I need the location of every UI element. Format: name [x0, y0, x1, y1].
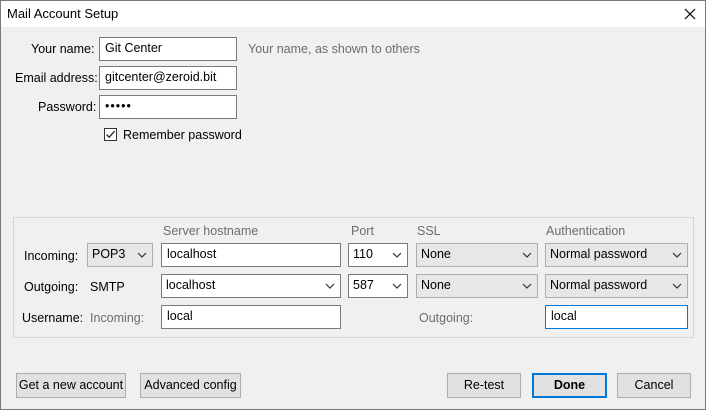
chevron-down-icon: [522, 252, 532, 258]
username-label: Username:: [22, 311, 84, 325]
header-port: Port: [351, 224, 374, 238]
your-name-hint: Your name, as shown to others: [248, 42, 420, 56]
checkmark-icon: [106, 130, 115, 139]
your-name-input[interactable]: Git Center: [99, 37, 237, 61]
outgoing-port-value: 587: [353, 278, 374, 292]
outgoing-ssl-value: None: [421, 278, 451, 292]
outgoing-port-combo[interactable]: 587: [348, 274, 408, 298]
outgoing-protocol: SMTP: [90, 280, 125, 294]
done-button[interactable]: Done: [532, 373, 607, 398]
incoming-port-value: 110: [353, 247, 373, 261]
incoming-label: Incoming:: [24, 249, 79, 263]
chevron-down-icon: [522, 283, 532, 289]
remember-password-checkbox[interactable]: [104, 128, 117, 141]
cancel-button[interactable]: Cancel: [617, 373, 691, 398]
chevron-down-icon: [325, 283, 335, 289]
incoming-username-input[interactable]: local: [161, 305, 341, 329]
get-new-account-button[interactable]: Get a new account: [16, 373, 126, 398]
incoming-auth-select[interactable]: Normal password: [545, 243, 688, 267]
header-server-hostname: Server hostname: [163, 224, 259, 238]
password-label: Password:: [38, 100, 97, 114]
outgoing-auth-select[interactable]: Normal password: [545, 274, 688, 298]
close-icon: [684, 8, 696, 20]
username-incoming-label: Incoming:: [90, 311, 145, 325]
outgoing-label: Outgoing:: [24, 280, 79, 294]
title-bar: Mail Account Setup: [1, 1, 705, 27]
incoming-auth-value: Normal password: [550, 247, 648, 261]
incoming-port-combo[interactable]: 110: [348, 243, 408, 267]
incoming-ssl-select[interactable]: None: [416, 243, 538, 267]
outgoing-auth-value: Normal password: [550, 278, 648, 292]
outgoing-username-input[interactable]: local: [545, 305, 688, 329]
incoming-protocol-value: POP3: [92, 247, 126, 261]
username-outgoing-label: Outgoing:: [419, 311, 474, 325]
chevron-down-icon: [672, 283, 682, 289]
chevron-down-icon: [137, 252, 147, 258]
your-name-label: Your name:: [31, 42, 95, 56]
email-input[interactable]: gitcenter@zeroid.bit: [99, 66, 237, 90]
retest-button[interactable]: Re-test: [447, 373, 521, 398]
outgoing-ssl-select[interactable]: None: [416, 274, 538, 298]
incoming-protocol-select[interactable]: POP3: [87, 243, 153, 267]
advanced-config-button[interactable]: Advanced config: [140, 373, 241, 398]
remember-password-label: Remember password: [123, 128, 242, 142]
chevron-down-icon: [392, 283, 402, 289]
window-title: Mail Account Setup: [7, 6, 119, 21]
header-ssl: SSL: [417, 224, 441, 238]
outgoing-hostname-value: localhost: [166, 278, 216, 292]
password-input[interactable]: •••••: [99, 95, 237, 119]
mail-account-setup-dialog: Mail Account Setup Your name: Git Center…: [0, 0, 706, 410]
incoming-ssl-value: None: [421, 247, 451, 261]
incoming-hostname-input[interactable]: localhost: [161, 243, 341, 267]
close-button[interactable]: [675, 1, 705, 27]
chevron-down-icon: [672, 252, 682, 258]
chevron-down-icon: [392, 252, 402, 258]
outgoing-hostname-combo[interactable]: localhost: [161, 274, 341, 298]
email-label: Email address:: [15, 71, 98, 85]
header-authentication: Authentication: [546, 224, 626, 238]
